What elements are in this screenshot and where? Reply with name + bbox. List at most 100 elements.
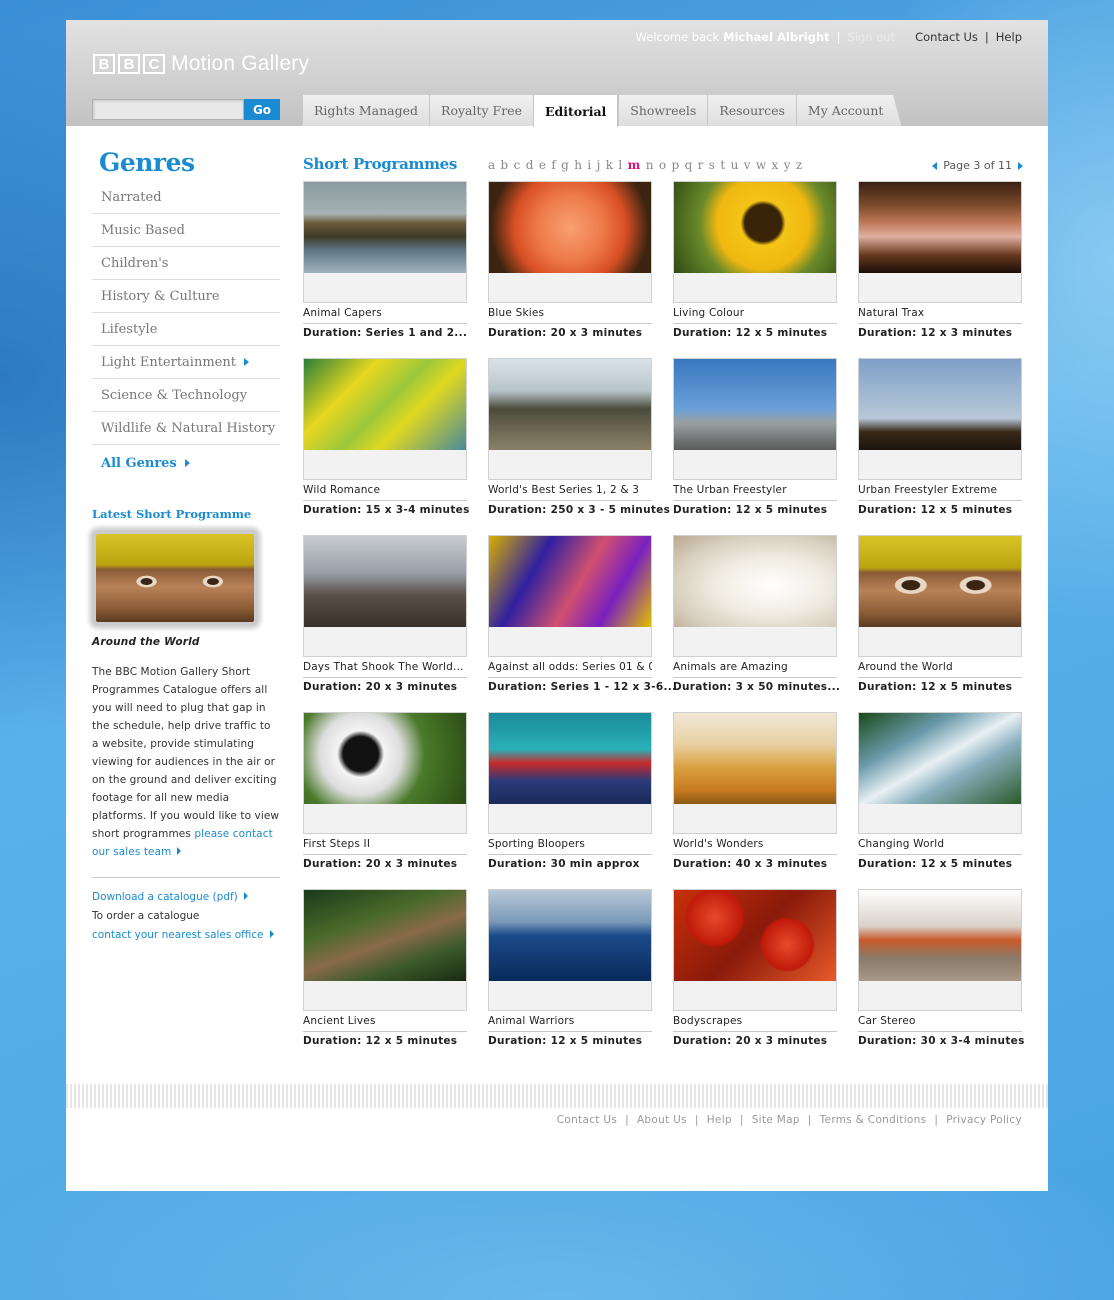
programme-title[interactable]: Sporting Bloopers	[488, 838, 652, 855]
letter-filter-y[interactable]: y	[784, 158, 791, 172]
letter-filter-o[interactable]: o	[659, 158, 666, 172]
programme-thumbnail[interactable]	[858, 889, 1022, 1011]
programme-card[interactable]: Against all odds: Series 01 & 02 Duration…	[488, 535, 676, 693]
programme-thumbnail[interactable]	[303, 712, 467, 834]
programme-card[interactable]: Wild Romance Duration: 15 x 3-4 minutes	[303, 358, 469, 516]
programme-card[interactable]: Around the World Duration: 12 x 5 minutes	[858, 535, 1022, 693]
programme-title[interactable]: First Steps II	[303, 838, 467, 855]
programme-thumbnail[interactable]	[488, 358, 652, 480]
programme-thumbnail[interactable]	[303, 358, 467, 480]
programme-card[interactable]: Blue Skies Duration: 20 x 3 minutes	[488, 181, 652, 339]
programme-title[interactable]: Days That Shook The World...	[303, 661, 467, 678]
letter-filter-x[interactable]: x	[772, 158, 779, 172]
tab-my-account[interactable]: My Account	[795, 95, 902, 126]
programme-thumbnail[interactable]	[488, 712, 652, 834]
letter-filter-i[interactable]: i	[587, 158, 591, 172]
programme-card[interactable]: The Urban Freestyler Duration: 12 x 5 min…	[673, 358, 837, 516]
genre-science-technology[interactable]: Science & Technology	[92, 379, 280, 412]
footer-link-contact-us[interactable]: Contact Us	[557, 1114, 617, 1126]
letter-filter-d[interactable]: d	[526, 158, 534, 172]
letter-filter-e[interactable]: e	[539, 158, 546, 172]
programme-title[interactable]: Blue Skies	[488, 307, 652, 324]
programme-title[interactable]: Ancient Lives	[303, 1015, 467, 1032]
letter-filter-z[interactable]: z	[796, 158, 802, 172]
letter-filter-p[interactable]: p	[671, 158, 679, 172]
programme-thumbnail[interactable]	[673, 358, 837, 480]
tab-royalty-free[interactable]: Royalty Free	[429, 95, 533, 126]
programme-title[interactable]: Against all odds: Series 01 & 02	[488, 661, 652, 678]
programme-title[interactable]: Animal Warriors	[488, 1015, 652, 1032]
programme-title[interactable]: Living Colour	[673, 307, 837, 324]
programme-card[interactable]: Animal Capers Duration: Series 1 and 2...	[303, 181, 467, 339]
previous-page-icon[interactable]	[932, 161, 938, 170]
programme-thumbnail[interactable]	[673, 889, 837, 1011]
search-input[interactable]	[92, 99, 244, 120]
programme-thumbnail[interactable]	[673, 535, 837, 657]
letter-filter-w[interactable]: w	[756, 158, 766, 172]
letter-filter-l[interactable]: l	[618, 158, 622, 172]
next-page-icon[interactable]	[1018, 161, 1023, 170]
programme-title[interactable]: Urban Freestyler Extreme	[858, 484, 1022, 501]
tab-editorial[interactable]: Editorial	[532, 95, 619, 127]
programme-card[interactable]: First Steps II Duration: 20 x 3 minutes	[303, 712, 467, 870]
tab-showreels[interactable]: Showreels	[618, 95, 708, 126]
programme-card[interactable]: Changing World Duration: 12 x 5 minutes	[858, 712, 1022, 870]
help-link[interactable]: Help	[996, 30, 1022, 44]
programme-title[interactable]: Around the World	[858, 661, 1022, 678]
letter-filter-k[interactable]: k	[606, 158, 613, 172]
programme-title[interactable]: The Urban Freestyler	[673, 484, 837, 501]
footer-link-about-us[interactable]: About Us	[637, 1114, 687, 1126]
contact-sales-office-link[interactable]: contact your nearest sales office	[92, 929, 274, 941]
letter-filter-g[interactable]: g	[561, 158, 569, 172]
bbc-motion-gallery-logo[interactable]: B B C Motion Gallery	[93, 52, 309, 76]
letter-filter-q[interactable]: q	[685, 158, 693, 172]
download-catalogue-link[interactable]: Download a catalogue (pdf)	[92, 891, 248, 903]
programme-thumbnail[interactable]	[858, 358, 1022, 480]
letter-filter-m[interactable]: m	[628, 158, 641, 172]
programme-title[interactable]: Wild Romance	[303, 484, 467, 501]
programme-card[interactable]: World's Best Series 1, 2 & 3 Duration: 25…	[488, 358, 670, 516]
programme-title[interactable]: World's Best Series 1, 2 & 3	[488, 484, 652, 501]
programme-card[interactable]: Days That Shook The World... Duration: 20…	[303, 535, 467, 693]
letter-filter-u[interactable]: u	[731, 158, 739, 172]
programme-card[interactable]: World's Wonders Duration: 40 x 3 minutes	[673, 712, 837, 870]
programme-title[interactable]: Car Stereo	[858, 1015, 1022, 1032]
contact-us-link[interactable]: Contact Us	[915, 30, 978, 44]
letter-filter-j[interactable]: j	[597, 158, 601, 172]
programme-thumbnail[interactable]	[303, 889, 467, 1011]
genre-wildlife-natural-history[interactable]: Wildlife & Natural History	[92, 412, 280, 445]
letter-filter-s[interactable]: s	[709, 158, 715, 172]
letter-filter-r[interactable]: r	[698, 158, 704, 172]
footer-link-help[interactable]: Help	[707, 1114, 732, 1126]
letter-filter-f[interactable]: f	[551, 158, 555, 172]
programme-thumbnail[interactable]	[488, 535, 652, 657]
search-go-button[interactable]: Go	[244, 99, 280, 120]
letter-filter-t[interactable]: t	[720, 158, 725, 172]
footer-link-privacy-policy[interactable]: Privacy Policy	[946, 1114, 1022, 1126]
programme-card[interactable]: Natural Trax Duration: 12 x 3 minutes	[858, 181, 1022, 339]
sign-out-link[interactable]: Sign out	[848, 30, 896, 44]
letter-filter-b[interactable]: b	[501, 158, 509, 172]
tab-rights-managed[interactable]: Rights Managed	[302, 95, 430, 126]
letter-filter-h[interactable]: h	[574, 158, 582, 172]
programme-card[interactable]: Ancient Lives Duration: 12 x 5 minutes	[303, 889, 467, 1047]
programme-title[interactable]: Bodyscrapes	[673, 1015, 837, 1032]
genre-history-culture[interactable]: History & Culture	[92, 280, 280, 313]
letter-filter-v[interactable]: v	[744, 158, 751, 172]
programme-title[interactable]: Animal Capers	[303, 307, 467, 324]
programme-thumbnail[interactable]	[303, 181, 467, 303]
genre-childrens[interactable]: Children's	[92, 247, 280, 280]
latest-programme-thumbnail[interactable]	[92, 530, 258, 626]
programme-thumbnail[interactable]	[673, 712, 837, 834]
programme-card[interactable]: Car Stereo Duration: 30 x 3-4 minutes	[858, 889, 1024, 1047]
programme-card[interactable]: Animals are Amazing Duration: 3 x 50 minu…	[673, 535, 840, 693]
programme-card[interactable]: Urban Freestyler Extreme Duration: 12 x 5…	[858, 358, 1022, 516]
programme-title[interactable]: Animals are Amazing	[673, 661, 837, 678]
letter-filter-n[interactable]: n	[646, 158, 654, 172]
all-genres-link[interactable]: All Genres	[92, 445, 280, 481]
programme-thumbnail[interactable]	[858, 712, 1022, 834]
programme-title[interactable]: Natural Trax	[858, 307, 1022, 324]
footer-link-site-map[interactable]: Site Map	[752, 1114, 800, 1126]
programme-title[interactable]: Changing World	[858, 838, 1022, 855]
programme-thumbnail[interactable]	[303, 535, 467, 657]
